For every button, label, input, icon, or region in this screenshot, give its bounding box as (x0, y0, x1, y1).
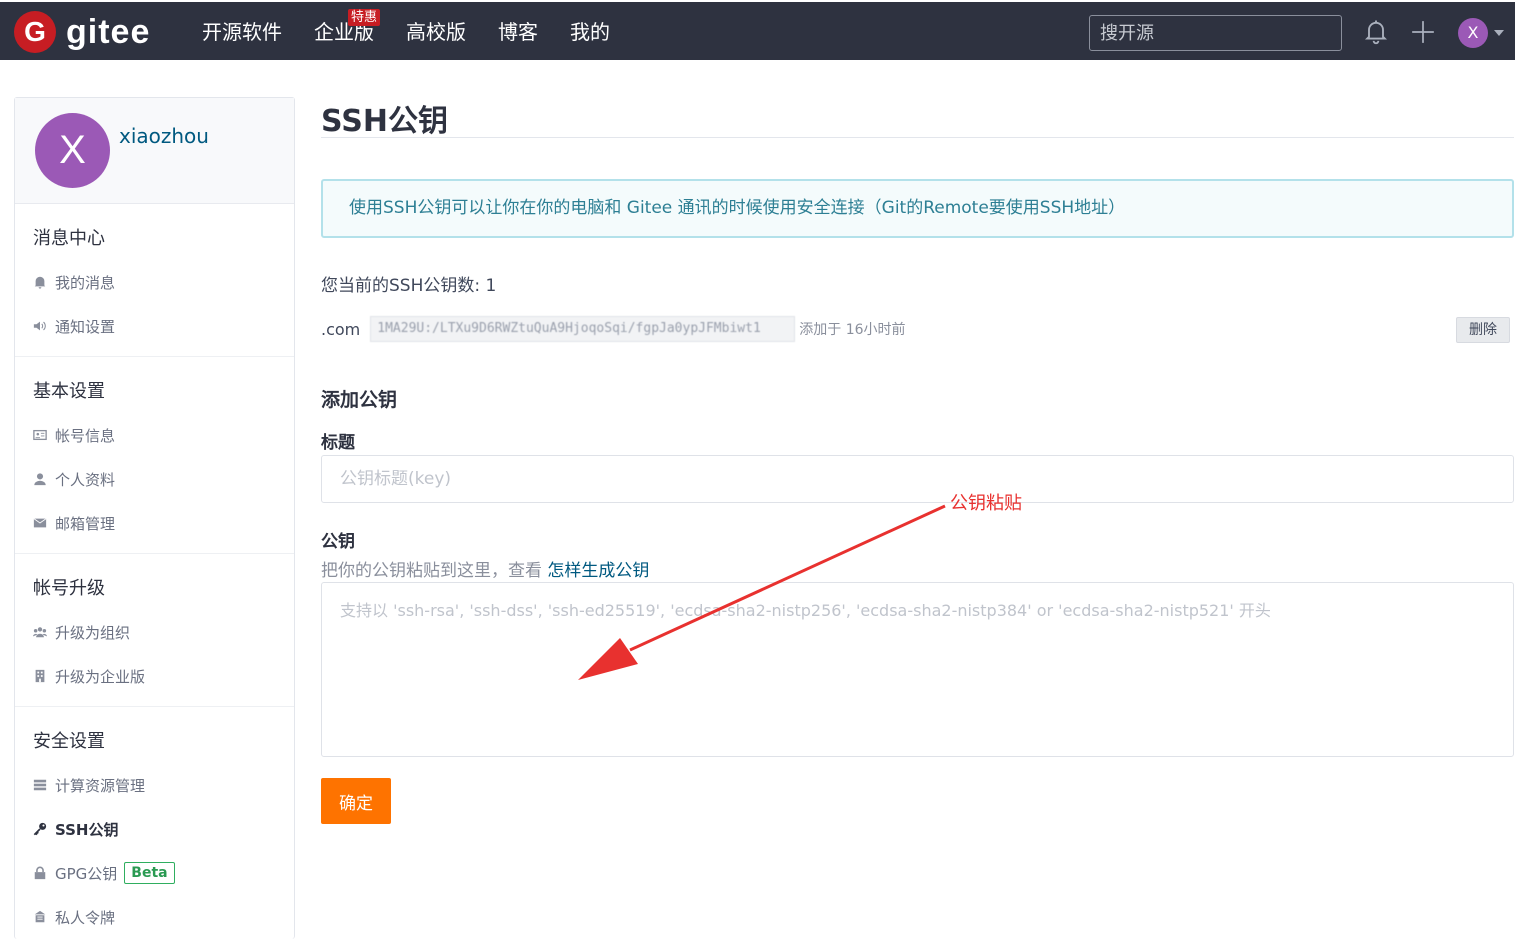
sidebar-item-my-messages[interactable]: 我的消息 (15, 260, 294, 304)
nav-open-source[interactable]: 开源软件 (186, 2, 298, 60)
sidebar-item-upgrade-enterprise[interactable]: 升级为企业版 (15, 654, 294, 698)
section-title: 基本设置 (33, 381, 105, 402)
add-key-heading: 添加公钥 (321, 389, 398, 411)
bell-icon (34, 276, 46, 289)
section-security-settings: 安全设置 计算资源管理 SSH公钥 GPG公钥 Beta 私人令牌 (15, 707, 294, 947)
server-icon (33, 779, 47, 791)
beta-badge: Beta (124, 862, 175, 884)
volume-icon (33, 321, 46, 331)
title-divider (321, 137, 1514, 138)
plus-icon[interactable] (1410, 19, 1436, 45)
section-title: 安全设置 (33, 731, 105, 752)
main-nav: 开源软件 企业版 特惠 高校版 博客 我的 (186, 2, 626, 60)
promo-badge: 特惠 (348, 9, 381, 26)
building-icon (35, 669, 45, 683)
page-title: SSH公钥 (321, 104, 448, 139)
settings-sidebar: X xiaozhou 消息中心 我的消息 通知设置 基本设置 帐号信息 个人资料… (14, 97, 295, 939)
ssh-key-row: .com 1MA29U:/LTXu9D6RWZtuQuA9HjoqoSqi/fg… (321, 316, 906, 342)
section-title: 消息中心 (33, 228, 105, 249)
gitee-logo[interactable]: G gitee (14, 11, 150, 53)
gitee-logo-text: gitee (66, 12, 151, 51)
ssh-key-count: 您当前的SSH公钥数: 1 (321, 276, 497, 296)
sidebar-item-label: 私人令牌 (55, 908, 116, 927)
sidebar-item-label: SSH公钥 (55, 820, 119, 839)
sidebar-item-label: GPG公钥 (55, 864, 118, 883)
nav-blog[interactable]: 博客 (482, 2, 554, 60)
profile-card: X xiaozhou (15, 98, 294, 204)
sidebar-item-label: 个人资料 (55, 470, 116, 489)
ssh-key-fingerprint: 1MA29U:/LTXu9D6RWZtuQuA9HjoqoSqi/fgpJa0y… (370, 316, 796, 342)
section-account-upgrade: 帐号升级 升级为组织 升级为企业版 (15, 554, 294, 707)
sidebar-item-label: 邮箱管理 (55, 514, 116, 533)
username-link[interactable]: xiaozhou (119, 124, 209, 148)
users-icon (33, 627, 47, 638)
sidebar-item-compute-resources[interactable]: 计算资源管理 (15, 763, 294, 807)
sidebar-item-ssh-keys[interactable]: SSH公钥 (15, 807, 294, 851)
info-alert: 使用SSH公钥可以让你在你的电脑和 Gitee 通讯的时候使用安全连接（Git的… (321, 179, 1514, 238)
nav-enterprise[interactable]: 企业版 特惠 (298, 2, 390, 60)
sidebar-item-profile[interactable]: 个人资料 (15, 457, 294, 501)
avatar[interactable]: X (35, 113, 110, 188)
nav-education[interactable]: 高校版 (390, 2, 482, 60)
section-basic-settings: 基本设置 帐号信息 个人资料 邮箱管理 (15, 357, 294, 554)
token-icon (34, 910, 46, 923)
top-navbar: G gitee 开源软件 企业版 特惠 高校版 博客 我的 X (0, 0, 1515, 60)
delete-key-button[interactable]: 删除 (1456, 317, 1510, 343)
sidebar-item-label: 我的消息 (55, 273, 116, 292)
sidebar-item-label: 通知设置 (55, 317, 116, 336)
mail-icon (33, 518, 47, 528)
title-label: 标题 (321, 433, 355, 453)
ssh-key-name: .com (321, 319, 361, 339)
sidebar-item-notification-settings[interactable]: 通知设置 (15, 304, 294, 348)
sidebar-item-email[interactable]: 邮箱管理 (15, 501, 294, 545)
public-key-label: 公钥 (321, 532, 355, 552)
search-input[interactable] (1089, 15, 1342, 51)
sidebar-item-label: 计算资源管理 (55, 776, 146, 795)
sidebar-item-private-tokens[interactable]: 私人令牌 (15, 895, 294, 939)
gitee-logo-icon: G (14, 11, 56, 53)
key-title-input[interactable] (321, 455, 1514, 503)
annotation-label: 公钥粘贴 (950, 493, 1022, 514)
annotation-arrow-icon (578, 504, 946, 680)
section-title: 帐号升级 (33, 578, 105, 599)
section-messages: 消息中心 我的消息 通知设置 (15, 204, 294, 357)
user-icon (34, 473, 46, 486)
sidebar-item-account-info[interactable]: 帐号信息 (15, 413, 294, 457)
sidebar-item-upgrade-org[interactable]: 升级为组织 (15, 610, 294, 654)
hint-text: 把你的公钥粘贴到这里，查看 (321, 561, 542, 581)
user-avatar-menu[interactable]: X (1458, 18, 1488, 48)
sidebar-item-label: 升级为企业版 (55, 667, 146, 686)
chevron-down-icon[interactable] (1494, 30, 1504, 36)
notification-bell-icon[interactable] (1362, 17, 1390, 45)
sidebar-item-label: 帐号信息 (55, 426, 116, 445)
sidebar-item-label: 升级为组织 (55, 623, 131, 642)
key-icon (33, 822, 47, 836)
id-card-icon (33, 429, 47, 441)
ssh-key-added-time: 添加于 16小时前 (799, 322, 906, 338)
nav-mine[interactable]: 我的 (554, 2, 626, 60)
lock-icon (34, 866, 46, 880)
sidebar-item-gpg-keys[interactable]: GPG公钥 Beta (15, 851, 294, 895)
confirm-button[interactable]: 确定 (321, 778, 391, 824)
